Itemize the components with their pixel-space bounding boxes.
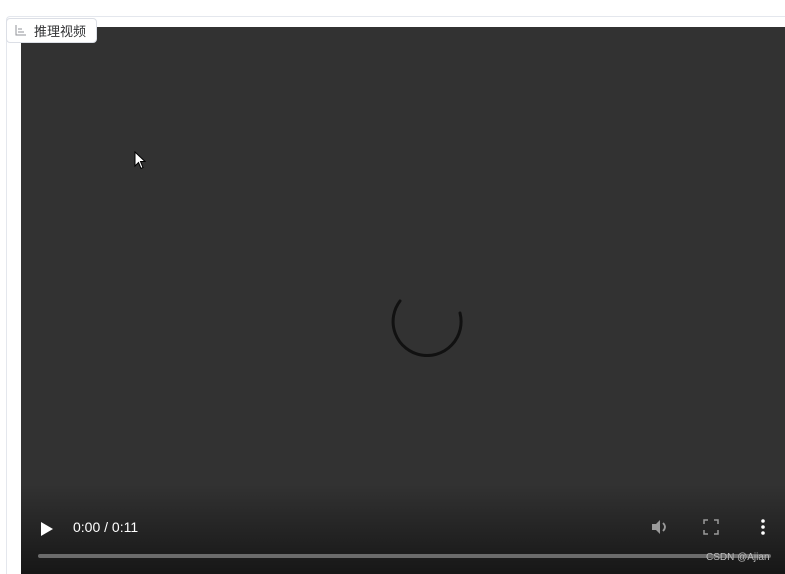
video-player[interactable]: 0:00 / 0:11 CSDN @Ajian: [21, 27, 785, 574]
loading-spinner-icon: [391, 299, 463, 357]
duration: 0:11: [111, 519, 139, 535]
volume-icon[interactable]: [650, 518, 668, 536]
more-vertical-icon[interactable]: [759, 518, 767, 536]
fullscreen-icon[interactable]: [703, 519, 719, 535]
bar-chart-icon: [15, 25, 26, 36]
current-time: 0:00: [73, 519, 101, 535]
time-display: 0:00 / 0:11: [73, 519, 138, 535]
time-separator: /: [104, 519, 109, 535]
mouse-cursor-icon: [134, 151, 146, 170]
watermark: CSDN @Ajian: [706, 552, 770, 563]
play-icon[interactable]: [39, 521, 55, 537]
panel-tag: 推理视频: [6, 18, 98, 43]
progress-bar[interactable]: [38, 554, 771, 558]
panel-tag-label: 推理视频: [34, 24, 87, 39]
